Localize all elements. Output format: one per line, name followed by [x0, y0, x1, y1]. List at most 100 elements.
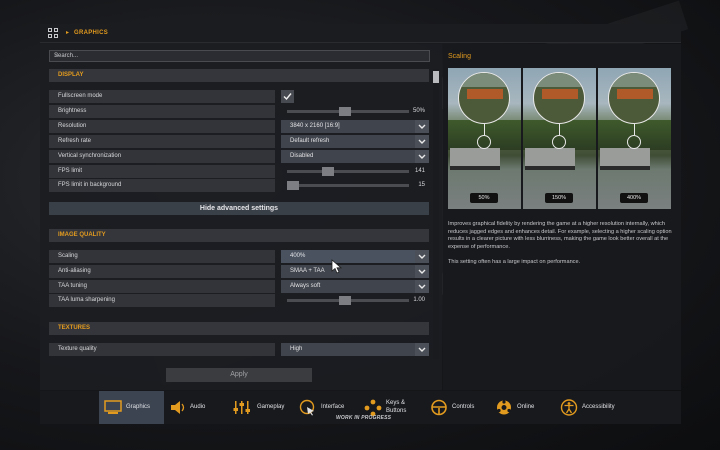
tab-label: Keys & — [386, 400, 406, 406]
tab-graphics[interactable]: Graphics — [99, 391, 164, 424]
setting-label: Brightness — [58, 108, 87, 114]
anti-aliasing-dropdown[interactable]: SMAA + TAA — [281, 265, 415, 278]
monitor-icon — [104, 400, 122, 414]
dropdown-value: 400% — [290, 253, 306, 259]
setting-taa-tuning: TAA tuning Always soft — [49, 280, 429, 293]
preview-image-high: 400% — [598, 68, 671, 209]
tab-controls[interactable]: Controls — [428, 391, 486, 424]
setting-anti-aliasing: Anti-aliasing SMAA + TAA — [49, 265, 429, 278]
setting-scaling: Scaling 400% — [49, 250, 429, 263]
speaker-icon — [171, 401, 185, 414]
taa-tuning-dropdown[interactable]: Always soft — [281, 280, 415, 293]
fps-limit-slider-track[interactable] — [287, 170, 409, 173]
settings-scrollbar[interactable] — [433, 69, 439, 359]
chevron-down-icon[interactable] — [415, 280, 429, 293]
setting-resolution: Resolution 3840 x 2160 [16:9] — [49, 120, 429, 133]
dropdown-value: High — [290, 346, 303, 352]
button-label: Hide advanced settings — [199, 205, 279, 212]
steering-wheel-icon — [431, 399, 447, 416]
sharpening-value: 1.00 — [413, 297, 425, 303]
chevron-down-icon[interactable] — [415, 343, 429, 356]
tab-accessibility[interactable]: Accessibility — [558, 391, 628, 424]
setting-refresh-rate: Refresh rate Default refresh — [49, 135, 429, 148]
breadcrumb-arrow-icon: ▸ — [66, 30, 70, 36]
chevron-down-icon[interactable] — [415, 135, 429, 148]
tab-label: Audio — [190, 404, 206, 410]
section-textures-header: TEXTURES — [49, 322, 429, 335]
setting-label: Scaling — [58, 253, 78, 259]
cursor-click-icon — [299, 399, 315, 416]
tab-online[interactable]: Online — [493, 391, 543, 424]
description-note: This setting often has a large impact on… — [448, 259, 581, 266]
setting-fps-limit-background: FPS limit in background 15 — [49, 179, 429, 192]
tab-label: Interface — [321, 404, 345, 410]
section-display-header: DISPLAY — [49, 69, 429, 82]
vsync-dropdown[interactable]: Disabled — [281, 150, 415, 163]
search-input[interactable]: Search... × — [49, 50, 430, 62]
preview-label: 50% — [470, 193, 498, 203]
dropdown-value: Always soft — [290, 283, 321, 289]
setting-label: Refresh rate — [58, 138, 92, 144]
preview-label: 400% — [620, 193, 648, 203]
preview-image-medium: 150% — [523, 68, 596, 209]
section-title: DISPLAY — [58, 72, 84, 78]
setting-label: Resolution — [58, 123, 87, 129]
setting-label: TAA luma sharpening — [58, 297, 115, 303]
setting-label: Texture quality — [58, 346, 97, 352]
mouse-cursor-icon — [331, 259, 342, 274]
dropdown-value: 3840 x 2160 [16:9] — [290, 123, 340, 129]
brightness-slider-handle[interactable] — [339, 107, 351, 116]
online-globe-icon — [497, 400, 511, 415]
section-title: TEXTURES — [58, 325, 91, 331]
setting-label: FPS limit — [58, 168, 82, 174]
setting-label: Fullscreen mode — [58, 93, 103, 99]
dropdown-value: SMAA + TAA — [290, 268, 325, 274]
tab-label: Buttons — [386, 408, 407, 414]
refresh-rate-dropdown[interactable]: Default refresh — [281, 135, 415, 148]
setting-fps-limit: FPS limit 141 — [49, 165, 429, 178]
tab-label: Accessibility — [582, 404, 615, 410]
breadcrumb-title: GRAPHICS — [74, 30, 109, 36]
preview-label: 150% — [545, 193, 573, 203]
chevron-down-icon[interactable] — [415, 250, 429, 263]
fps-bg-slider-track[interactable] — [287, 184, 409, 187]
info-panel: Scaling 50% 150% 400% Improves graphical… — [443, 44, 681, 390]
tab-gameplay[interactable]: Gameplay — [230, 391, 288, 424]
preview-image-low: 50% — [448, 68, 521, 209]
dropdown-value: Default refresh — [290, 138, 330, 144]
sliders-icon — [233, 401, 250, 414]
accessibility-icon — [560, 399, 578, 416]
setting-brightness: Brightness 50% — [49, 105, 429, 118]
setting-label: Anti-aliasing — [58, 268, 91, 274]
fps-bg-slider-handle[interactable] — [287, 181, 299, 190]
setting-fullscreen: Fullscreen mode — [49, 90, 429, 103]
scaling-dropdown[interactable]: 400% — [281, 250, 415, 263]
clear-search-icon[interactable]: × — [54, 51, 426, 60]
button-label: Apply — [230, 371, 248, 378]
hide-advanced-settings-button[interactable]: Hide advanced settings — [49, 202, 429, 215]
menu-grid-icon[interactable] — [48, 28, 59, 39]
resolution-dropdown[interactable]: 3840 x 2160 [16:9] — [281, 120, 415, 133]
tab-label: Controls — [452, 404, 475, 410]
tab-audio[interactable]: Audio — [166, 391, 216, 424]
chevron-down-icon[interactable] — [415, 150, 429, 163]
fps-limit-value: 141 — [414, 168, 425, 174]
sharpening-slider-handle[interactable] — [339, 296, 351, 305]
setting-texture-quality: Texture quality High — [49, 343, 429, 356]
scrollbar-thumb[interactable] — [433, 71, 439, 83]
fullscreen-checkbox[interactable] — [281, 90, 294, 103]
setting-taa-sharpening: TAA luma sharpening 1.00 — [49, 294, 429, 307]
section-image-quality-header: IMAGE QUALITY — [49, 229, 429, 242]
checkmark-icon — [283, 93, 292, 101]
tab-label: Online — [517, 404, 535, 410]
tab-label: Gameplay — [257, 404, 285, 410]
section-title: IMAGE QUALITY — [58, 232, 106, 238]
setting-label: TAA tuning — [58, 283, 87, 289]
fps-limit-slider-handle[interactable] — [322, 167, 334, 176]
chevron-down-icon[interactable] — [415, 120, 429, 133]
apply-button[interactable]: Apply — [166, 368, 312, 382]
tab-label: Graphics — [126, 404, 151, 410]
texture-quality-dropdown[interactable]: High — [281, 343, 415, 356]
chevron-down-icon[interactable] — [415, 265, 429, 278]
setting-label: Vertical synchronization — [58, 153, 122, 159]
